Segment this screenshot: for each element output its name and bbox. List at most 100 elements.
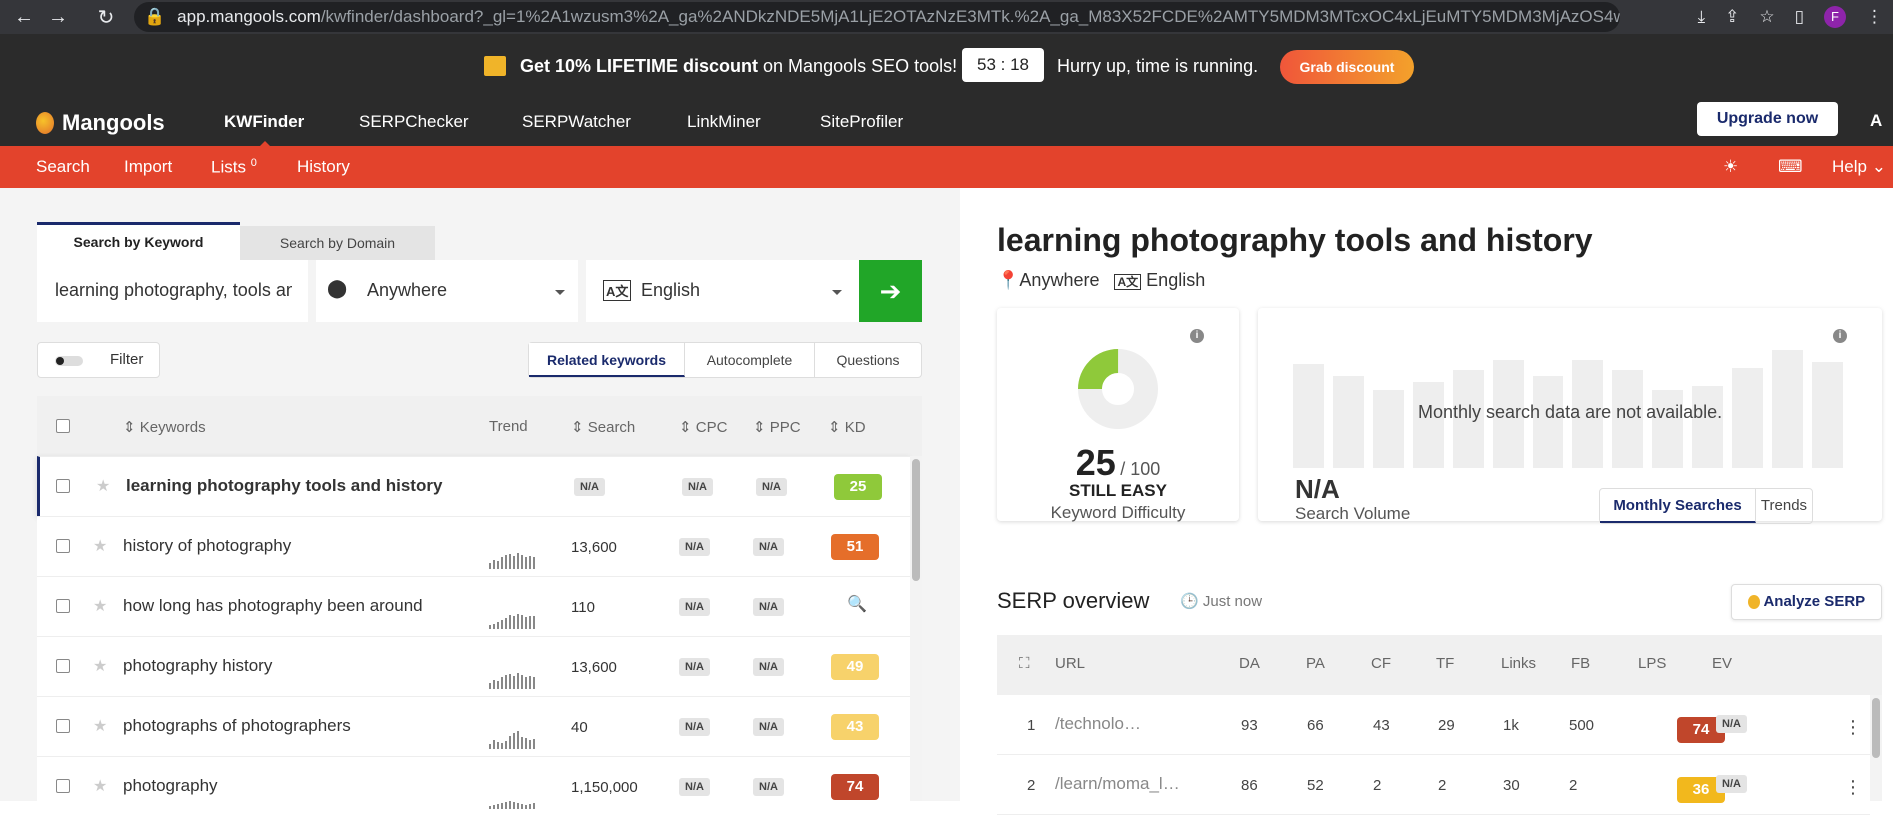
trend-bar: [517, 803, 519, 809]
keyword-text[interactable]: history of photography: [123, 536, 291, 556]
trend-bar: [509, 801, 511, 809]
tab-trends[interactable]: Trends: [1756, 489, 1812, 523]
table-row[interactable]: ★ history of photography 13,600 N/A N/A 51: [37, 516, 910, 576]
col-cpc[interactable]: ⇕ CPC: [679, 418, 727, 436]
search-go-button[interactable]: ➔: [859, 260, 922, 322]
download-icon[interactable]: ⤓: [1698, 7, 1706, 27]
keyword-text[interactable]: photography: [123, 776, 218, 796]
sidepanel-icon[interactable]: ▯: [1795, 7, 1804, 27]
serp-time-label: Just now: [1202, 593, 1263, 610]
keyword-input[interactable]: learning photography, tools and history: [55, 280, 292, 301]
serp-url-link[interactable]: britannica.com/technolo…: [1055, 714, 1255, 734]
trend-bar: [525, 738, 527, 749]
upgrade-button[interactable]: Upgrade now: [1697, 102, 1838, 136]
keyword-source-tabs: Related keywords Autocomplete Questions: [528, 342, 922, 378]
toggle-switch[interactable]: [55, 356, 83, 366]
serp-row[interactable]: 2moma.org/learn/moma_l…86522230236N/A⋮: [997, 755, 1870, 815]
col-kd[interactable]: ⇕ KD: [828, 418, 866, 436]
profile-avatar[interactable]: F: [1824, 6, 1846, 28]
table-row[interactable]: ★ how long has photography been around 110…: [37, 576, 910, 636]
row-checkbox[interactable]: [56, 779, 70, 793]
subnav-history[interactable]: History: [297, 157, 350, 177]
trend-bar: [529, 676, 531, 689]
trend-sparkline: [489, 605, 541, 629]
row-menu-icon[interactable]: ⋮: [1844, 777, 1862, 798]
serp-scrollbar[interactable]: [1870, 695, 1882, 801]
filter-toggle[interactable]: Filter: [37, 342, 160, 378]
table-scrollbar[interactable]: [910, 456, 922, 801]
bookmark-star-icon[interactable]: ☆: [1759, 7, 1774, 27]
forward-icon[interactable]: →: [40, 6, 76, 29]
tab-monthly-searches[interactable]: Monthly Searches: [1600, 489, 1756, 523]
keyword-text[interactable]: how long has photography been around: [123, 596, 423, 616]
more-icon[interactable]: ⋮: [1866, 7, 1883, 27]
nav-serpchecker[interactable]: SERPChecker: [359, 112, 469, 132]
keyword-text[interactable]: photographs of photographers: [123, 716, 351, 736]
tab-search-by-domain[interactable]: Search by Domain: [240, 226, 435, 260]
analyze-serp-button[interactable]: Analyze SERP: [1731, 584, 1882, 620]
kd-badge: 25: [834, 474, 882, 500]
subnav-lists[interactable]: Lists 0: [211, 157, 257, 178]
info-icon[interactable]: i: [1190, 329, 1204, 343]
subnav-search[interactable]: Search: [36, 157, 90, 177]
tab-autocomplete[interactable]: Autocomplete: [685, 343, 815, 377]
cpc-value: N/A: [679, 598, 710, 616]
star-icon[interactable]: ★: [96, 476, 110, 496]
tab-related-keywords[interactable]: Related keywords: [529, 343, 685, 377]
keyword-text[interactable]: photography history: [123, 656, 272, 676]
language-select[interactable]: English: [641, 280, 700, 301]
location-select[interactable]: Anywhere: [367, 280, 447, 301]
reload-icon[interactable]: ↻: [88, 5, 124, 30]
row-menu-icon[interactable]: ⋮: [1844, 717, 1862, 738]
table-row[interactable]: ★ photography history 13,600 N/A N/A 49: [37, 636, 910, 696]
main-nav: Mangools KWFinder SERPChecker SERPWatche…: [0, 98, 1893, 147]
share-icon[interactable]: ⇪: [1725, 7, 1739, 27]
back-icon[interactable]: ←: [6, 6, 42, 29]
search-icon[interactable]: 🔍: [847, 594, 867, 614]
row-checkbox[interactable]: [56, 659, 70, 673]
nav-siteprofiler[interactable]: SiteProfiler: [820, 112, 903, 132]
col-ppc[interactable]: ⇕ PPC: [753, 418, 801, 436]
nav-kwfinder[interactable]: KWFinder: [224, 112, 304, 132]
info-icon[interactable]: i: [1833, 329, 1847, 343]
search-volume: 110: [571, 599, 595, 616]
address-bar[interactable]: 🔒 app.mangools.com/kwfinder/dashboard?_g…: [134, 2, 1620, 32]
star-icon[interactable]: ★: [93, 716, 107, 736]
grab-discount-button[interactable]: Grab discount: [1280, 50, 1414, 84]
account-avatar[interactable]: A: [1870, 111, 1882, 131]
tab-search-by-keyword[interactable]: Search by Keyword: [37, 222, 240, 260]
search-volume: 1,150,000: [571, 779, 638, 796]
select-all-checkbox[interactable]: [56, 419, 70, 433]
row-checkbox[interactable]: [56, 539, 70, 553]
theme-sun-icon[interactable]: ☀: [1723, 157, 1738, 177]
col-lps: LPS: [1638, 655, 1667, 672]
col-search[interactable]: ⇕ Search: [571, 418, 635, 436]
nav-serpwatcher[interactable]: SERPWatcher: [522, 112, 631, 132]
table-row[interactable]: ★ photographs of photographers 40 N/A N/A 43: [37, 696, 910, 756]
serp-url-link[interactable]: moma.org/learn/moma_l…: [1055, 774, 1255, 794]
expand-icon[interactable]: ⛶: [1019, 655, 1030, 672]
cpc-value: N/A: [679, 718, 710, 736]
help-menu[interactable]: Help ⌄: [1832, 157, 1886, 177]
trend-bar: [493, 560, 495, 569]
table-row[interactable]: ★ learning photography tools and history N…: [37, 456, 910, 516]
table-row[interactable]: ★ photography 1,150,000 N/A N/A 74: [37, 756, 910, 816]
right-panel: learning photography tools and history 📍…: [960, 188, 1893, 815]
tab-questions[interactable]: Questions: [815, 343, 921, 377]
row-checkbox[interactable]: [56, 599, 70, 613]
mangools-logo[interactable]: Mangools: [36, 110, 165, 136]
star-icon[interactable]: ★: [93, 656, 107, 676]
subnav-import[interactable]: Import: [124, 157, 172, 177]
kd-card: i 25 / 100 STILL EASY Keyword Difficulty: [997, 308, 1239, 522]
star-icon[interactable]: ★: [93, 596, 107, 616]
star-icon[interactable]: ★: [93, 536, 107, 556]
col-keywords[interactable]: ⇕ Keywords: [123, 418, 206, 436]
nav-linkminer[interactable]: LinkMiner: [687, 112, 761, 132]
keyword-text[interactable]: learning photography tools and history: [126, 476, 442, 496]
keyboard-icon[interactable]: ⌨: [1778, 157, 1803, 177]
star-icon[interactable]: ★: [93, 776, 107, 796]
serp-row[interactable]: 1britannica.com/technolo…936643291k50074…: [997, 695, 1870, 755]
row-checkbox[interactable]: [56, 479, 70, 493]
kd-caption: Keyword Difficulty: [1050, 503, 1186, 522]
row-checkbox[interactable]: [56, 719, 70, 733]
